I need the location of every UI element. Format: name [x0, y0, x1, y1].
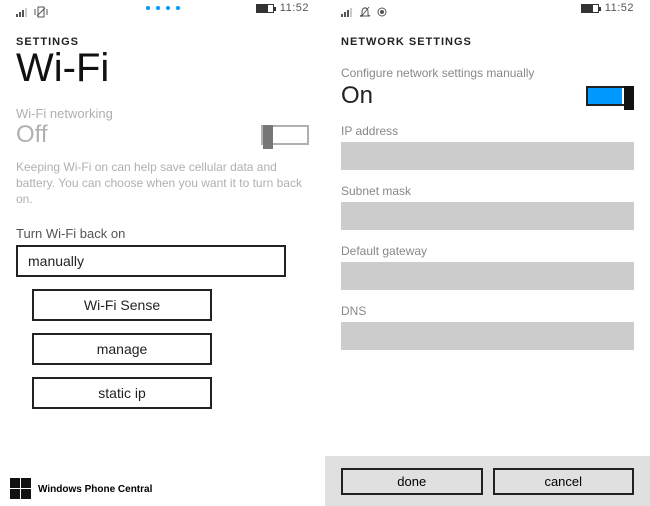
turn-back-dropdown[interactable]: manually — [16, 245, 286, 277]
ip-address-label: IP address — [341, 124, 634, 138]
default-gateway-field[interactable] — [341, 262, 634, 290]
static-ip-button[interactable]: static ip — [32, 377, 212, 409]
wifi-toggle[interactable] — [261, 125, 309, 145]
app-bar: done cancel — [325, 456, 650, 506]
help-text: Keeping Wi-Fi on can help save cellular … — [16, 159, 309, 208]
configure-label: Configure network settings manually — [341, 66, 634, 82]
wifi-sense-button[interactable]: Wi-Fi Sense — [32, 289, 212, 321]
manage-button[interactable]: manage — [32, 333, 212, 365]
section-header: NETWORK SETTINGS — [341, 36, 634, 48]
bell-icon — [359, 6, 371, 18]
subnet-mask-field[interactable] — [341, 202, 634, 230]
wifi-networking-label: Wi-Fi networking — [16, 106, 309, 121]
wp-logo-icon — [10, 478, 32, 500]
ip-address-field[interactable] — [341, 142, 634, 170]
carousel-dots-icon — [146, 6, 180, 10]
dns-field[interactable] — [341, 322, 634, 350]
cancel-button[interactable]: cancel — [493, 468, 635, 495]
page-title: Wi-Fi — [16, 48, 309, 88]
network-settings-screen: 11:52 NETWORK SETTINGS Configure network… — [325, 0, 650, 506]
clock: 11:52 — [280, 2, 309, 14]
done-button[interactable]: done — [341, 468, 483, 495]
signal-icon — [16, 7, 28, 17]
clock: 11:52 — [605, 2, 634, 14]
vibrate-icon — [34, 6, 48, 18]
status-bar: 11:52 — [16, 0, 309, 22]
battery-icon — [256, 4, 274, 13]
dns-label: DNS — [341, 304, 634, 318]
location-icon — [377, 7, 387, 17]
battery-icon — [581, 4, 599, 13]
turn-back-label: Turn Wi-Fi back on — [16, 226, 309, 241]
signal-icon — [341, 7, 353, 17]
status-bar: 11:52 — [341, 0, 634, 22]
manual-config-toggle[interactable] — [586, 86, 634, 106]
watermark: Windows Phone Central — [10, 478, 152, 500]
configure-value: On — [341, 82, 373, 110]
watermark-text: Windows Phone Central — [38, 484, 152, 495]
wifi-networking-value: Off — [16, 121, 48, 149]
default-gateway-label: Default gateway — [341, 244, 634, 258]
wifi-settings-screen: 11:52 SETTINGS Wi-Fi Wi-Fi networking Of… — [0, 0, 325, 506]
subnet-mask-label: Subnet mask — [341, 184, 634, 198]
